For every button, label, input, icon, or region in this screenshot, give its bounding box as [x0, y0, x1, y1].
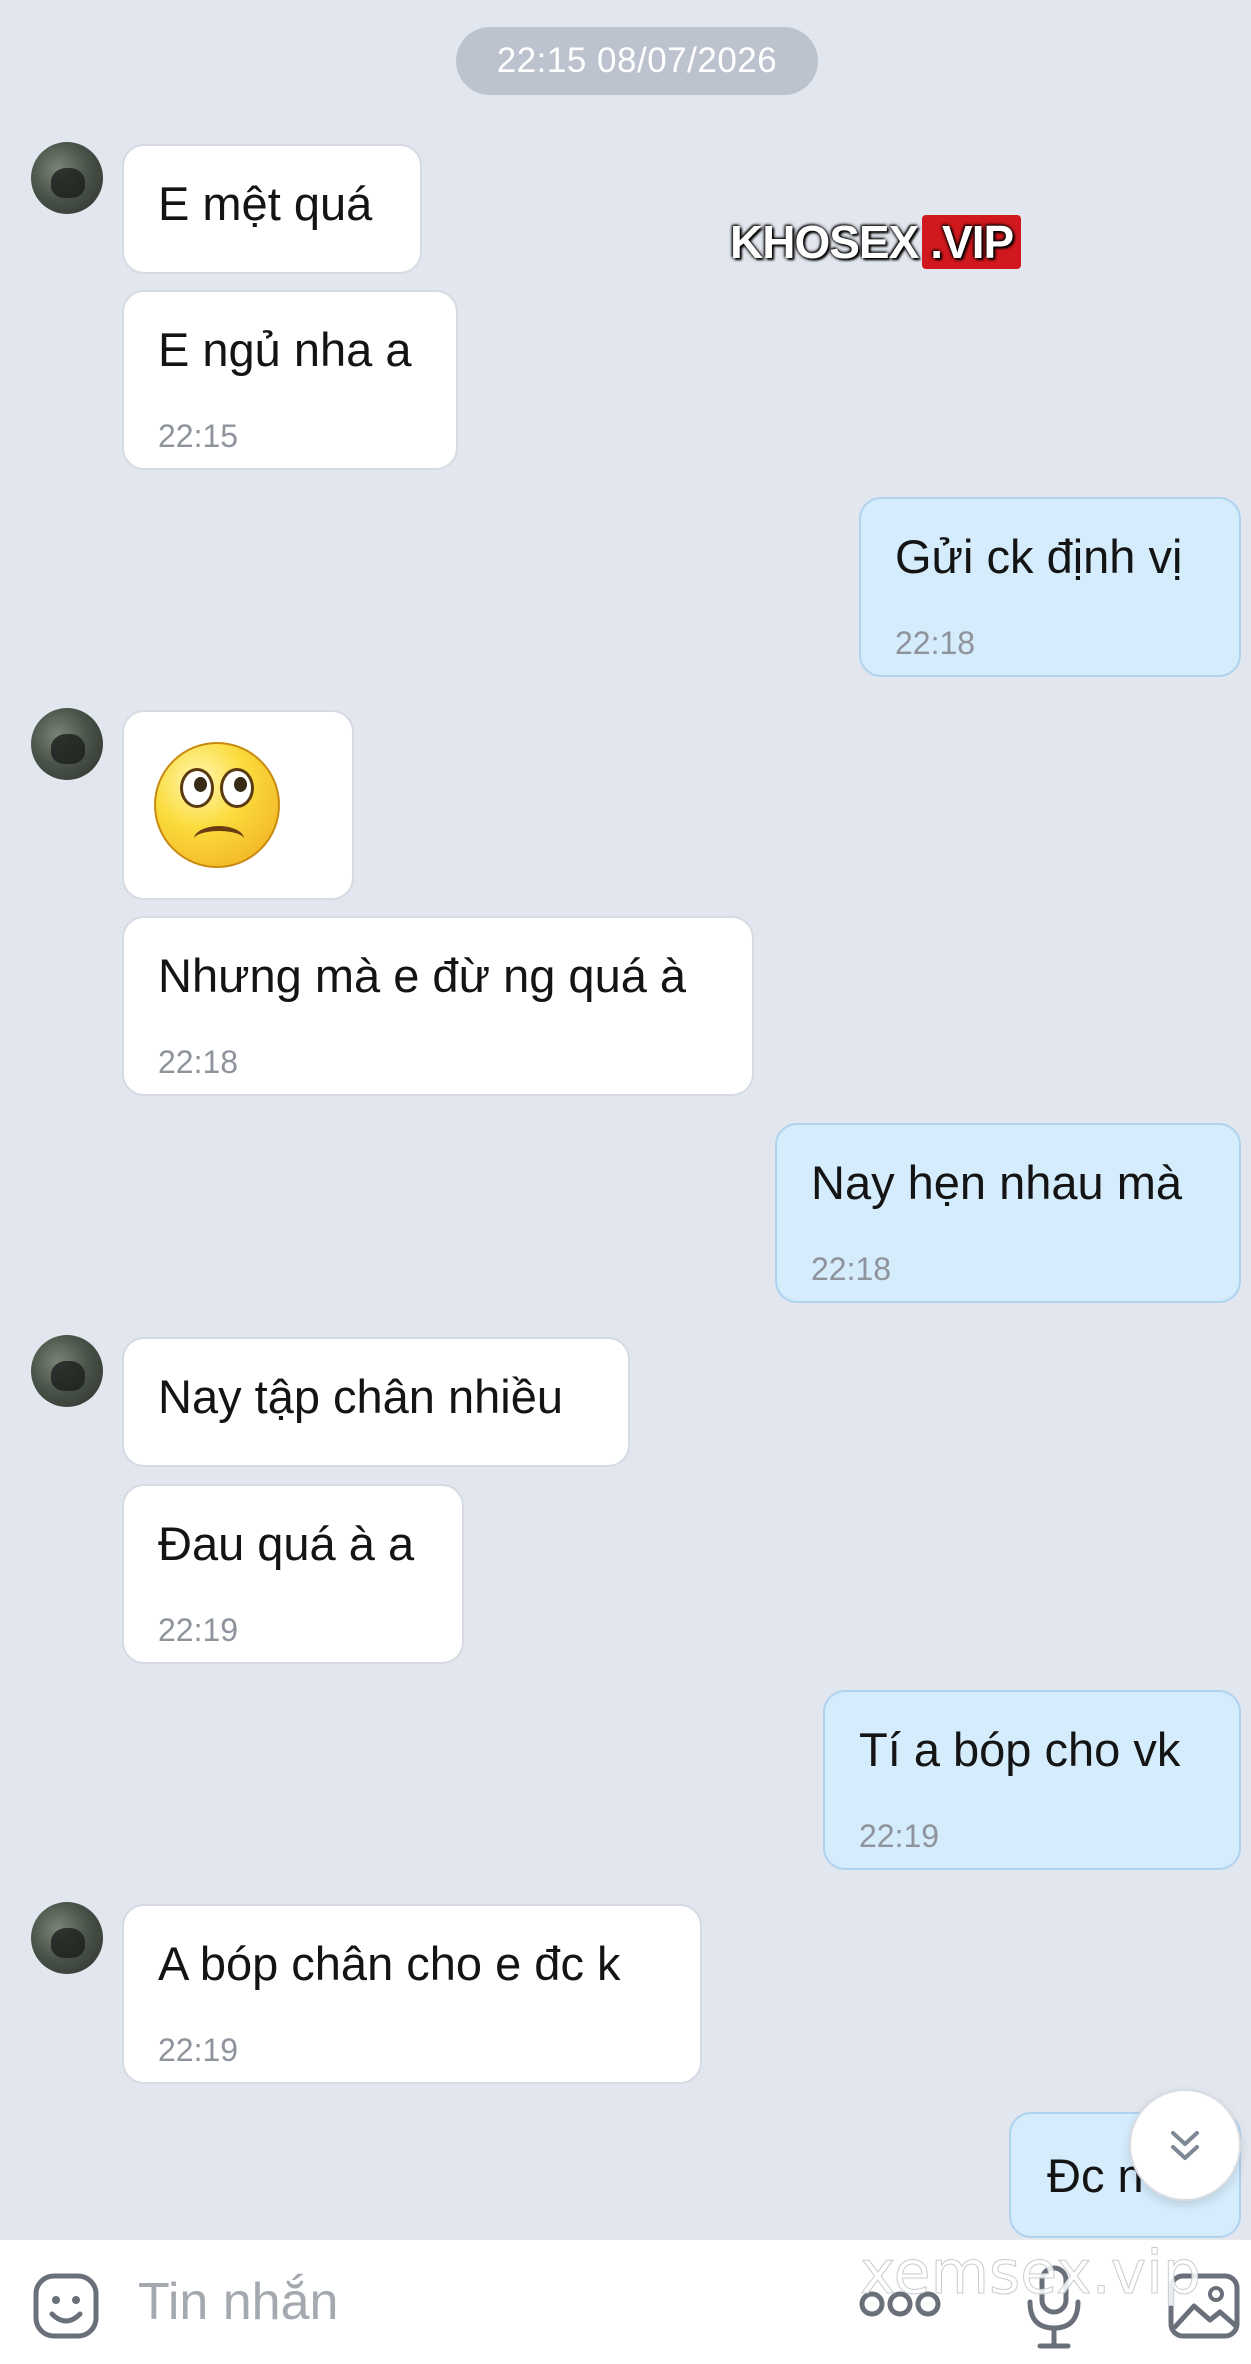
message-text: Đc n: [1047, 2149, 1144, 2202]
message-time: 22:18: [811, 1251, 892, 1287]
contact-avatar[interactable]: [31, 1902, 103, 1974]
message-bubble-incoming[interactable]: A bóp chân cho e đc k 22:19: [122, 1904, 702, 2084]
scroll-to-bottom-button[interactable]: [1129, 2089, 1241, 2201]
message-bubble-incoming[interactable]: E ngủ nha a 22:15: [122, 290, 458, 470]
message-text: Nay tập chân nhiều: [158, 1370, 564, 1423]
message-text: Nay hẹn nhau mà: [811, 1156, 1183, 1209]
message-bubble-outgoing[interactable]: Tí a bóp cho vk 22:19: [823, 1690, 1241, 1870]
message-time: 22:19: [158, 1612, 239, 1648]
emoji-button[interactable]: [30, 2270, 102, 2342]
message-time: 22:19: [158, 2032, 239, 2068]
message-bubble-outgoing[interactable]: Gửi ck định vị 22:18: [859, 497, 1241, 677]
date-separator: 22:15 08/07/2026: [456, 27, 818, 95]
watermark-logo: KHOSEX .VIP: [730, 215, 1022, 269]
contact-avatar[interactable]: [31, 1335, 103, 1407]
watermark-text: xemsex.vip: [860, 2238, 1202, 2309]
message-text: E ngủ nha a: [158, 323, 412, 376]
message-text: A bóp chân cho e đc k: [158, 1937, 621, 1990]
sticker-eye: [220, 768, 254, 808]
message-bubble-incoming[interactable]: Nay tập chân nhiều: [122, 1337, 630, 1467]
message-bubble-sticker[interactable]: [122, 710, 354, 900]
double-chevron-down-icon: [1171, 2131, 1199, 2160]
message-time: 22:18: [895, 625, 976, 661]
contact-avatar[interactable]: [31, 708, 103, 780]
message-bubble-incoming[interactable]: E mệt quá: [122, 144, 422, 274]
message-bubble-incoming[interactable]: Đau quá à a 22:19: [122, 1484, 464, 1664]
message-text: Đau quá à a: [158, 1517, 415, 1570]
message-text: Nhưng mà e đừ ng quá à: [158, 949, 687, 1002]
frown-emoji-sticker: [154, 742, 280, 868]
message-time: 22:18: [158, 1044, 239, 1080]
message-text: Gửi ck định vị: [895, 530, 1183, 583]
message-text: Tí a bóp cho vk: [859, 1723, 1181, 1776]
emoji-icon: [33, 2273, 99, 2339]
sticker-mouth: [194, 826, 244, 852]
message-text: E mệt quá: [158, 177, 373, 230]
chat-screen: 22:15 08/07/2026 KHOSEX .VIP E mệt quá E …: [0, 0, 1251, 2364]
message-bubble-incoming[interactable]: Nhưng mà e đừ ng quá à 22:18: [122, 916, 754, 1096]
message-time: 22:19: [859, 1818, 940, 1854]
message-bubble-outgoing[interactable]: Nay hẹn nhau mà 22:18: [775, 1123, 1241, 1303]
message-time: 22:15: [158, 418, 239, 454]
sticker-eye: [180, 768, 214, 808]
contact-avatar[interactable]: [31, 142, 103, 214]
message-input[interactable]: Tin nhắn: [138, 2272, 338, 2332]
